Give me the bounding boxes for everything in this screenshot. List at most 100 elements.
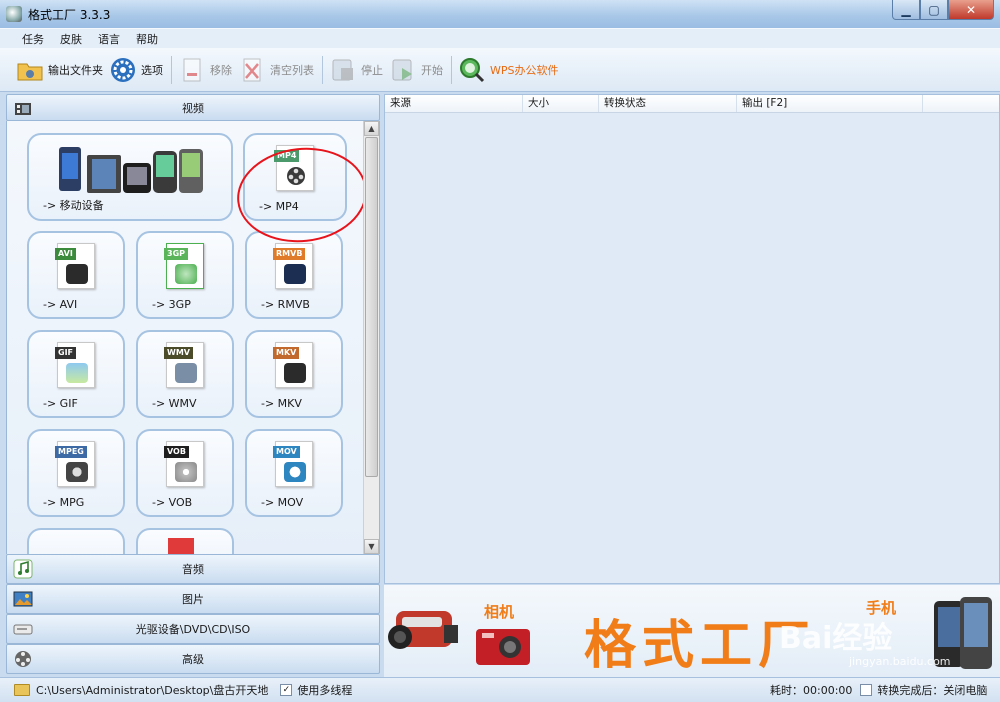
filmstrip-icon <box>66 264 88 284</box>
3gp-file-icon: 3GP <box>164 243 204 289</box>
picture-icon <box>13 589 33 609</box>
maximize-icon: ▢ <box>928 2 940 17</box>
category-image-label: 图片 <box>182 593 204 606</box>
toolbar-separator <box>171 55 172 84</box>
tile-vob[interactable]: VOB -> VOB <box>136 429 234 517</box>
multithread-checkbox[interactable]: ✓ <box>280 684 293 696</box>
file-tag: MPEG <box>55 446 87 458</box>
scroll-down-arrow[interactable]: ▼ <box>364 539 379 554</box>
status-bar: C:\Users\Administrator\Desktop\盘古开天地 ✓ 使… <box>0 677 1000 702</box>
mov-file-icon: MOV <box>273 441 313 487</box>
remove-label: 移除 <box>210 63 232 77</box>
maximize-button[interactable]: ▢ <box>920 0 948 20</box>
elapsed-time: 耗时：00:00:00 <box>770 684 853 697</box>
tile-rmvb[interactable]: RMVB -> RMVB <box>245 231 343 319</box>
clear-list-label: 清空列表 <box>270 63 314 77</box>
category-disc[interactable]: 光驱设备\DVD\CD\ISO <box>6 614 380 644</box>
category-audio-label: 音频 <box>182 563 204 576</box>
toolbar-separator <box>322 55 323 84</box>
tile-avi[interactable]: AVI -> AVI <box>27 231 125 319</box>
tile-label: -> VOB <box>152 496 193 509</box>
scroll-up-arrow[interactable]: ▲ <box>364 121 379 136</box>
format-grid: -> 移动设备 MP4 -> MP4 AVI -> AVI 3GP -> 3GP <box>6 121 380 554</box>
start-button[interactable]: 开始 <box>389 53 443 87</box>
close-button[interactable]: ✕ <box>948 0 994 20</box>
tile-gif[interactable]: GIF -> GIF <box>27 330 125 418</box>
column-output[interactable]: 输出 [F2] <box>737 95 923 112</box>
stop-button[interactable]: 停止 <box>329 53 383 87</box>
category-audio[interactable]: 音频 <box>6 554 380 584</box>
tile-mov[interactable]: MOV -> MOV <box>245 429 343 517</box>
category-image[interactable]: 图片 <box>6 584 380 614</box>
toolbar: 输出文件夹 选项 移除 清空列表 停止 开始 WPS办公软件 <box>0 48 1000 92</box>
output-path[interactable]: C:\Users\Administrator\Desktop\盘古开天地 <box>36 682 268 698</box>
music-note-icon <box>13 559 33 579</box>
real-icon <box>284 264 306 284</box>
tile-partial[interactable] <box>27 528 125 554</box>
category-video[interactable]: 视频 <box>6 94 380 121</box>
avi-file-icon: AVI <box>55 243 95 289</box>
menu-help[interactable]: 帮助 <box>136 31 158 47</box>
gear-icon <box>109 56 137 84</box>
tile-partial[interactable] <box>136 528 234 554</box>
file-tag: MOV <box>273 446 300 458</box>
camcorder-icon <box>175 363 197 383</box>
file-tag: MKV <box>273 347 300 359</box>
tile-label: -> 移动设备 <box>43 199 104 212</box>
column-status[interactable]: 转换状态 <box>599 95 737 112</box>
minimize-icon: ▁ <box>901 2 911 17</box>
film-reel-icon <box>13 649 33 669</box>
tile-mkv[interactable]: MKV -> MKV <box>245 330 343 418</box>
remove-icon <box>178 56 206 84</box>
camera-icon <box>476 629 530 665</box>
remove-button[interactable]: 移除 <box>178 53 232 87</box>
menu-skin[interactable]: 皮肤 <box>60 31 82 47</box>
tile-label: -> MKV <box>261 397 302 410</box>
column-source[interactable]: 来源 <box>385 95 523 112</box>
watermark-url: jingyan.baidu.com <box>849 655 951 668</box>
task-list[interactable]: 来源 大小 转换状态 输出 [F2] <box>384 94 1000 584</box>
minimize-button[interactable]: ▁ <box>892 0 920 20</box>
scroll-thumb[interactable] <box>365 137 378 477</box>
mobile-devices-icon <box>59 147 203 193</box>
mkv-file-icon: MKV <box>273 342 313 388</box>
close-icon: ✕ <box>965 2 977 17</box>
category-panel: 视频 -> 移动设备 MP4 -> MP4 AVI -> AVI 3GP -> … <box>6 94 380 676</box>
tile-label: -> AVI <box>43 298 78 311</box>
category-advanced[interactable]: 高级 <box>6 644 380 674</box>
options-button[interactable]: 选项 <box>109 53 163 87</box>
title-bar: 格式工厂 3.3.3 ▁ ▢ ✕ <box>0 0 1000 28</box>
menu-task[interactable]: 任务 <box>22 31 44 47</box>
gif-file-icon: GIF <box>55 342 95 388</box>
stop-label: 停止 <box>361 63 383 77</box>
task-list-header: 来源 大小 转换状态 输出 [F2] <box>385 95 999 113</box>
grid-scrollbar[interactable]: ▲ ▼ <box>363 121 379 554</box>
rmvb-file-icon: RMVB <box>273 243 313 289</box>
after-complete-checkbox[interactable] <box>860 684 873 696</box>
tile-mobile-device[interactable]: -> 移动设备 <box>27 133 233 221</box>
tile-3gp[interactable]: 3GP -> 3GP <box>136 231 234 319</box>
mpg-file-icon: MPEG <box>55 441 95 487</box>
clear-list-icon <box>238 56 266 84</box>
filmstrip-icon <box>284 363 306 383</box>
stop-icon <box>329 56 357 84</box>
tile-wmv[interactable]: WMV -> WMV <box>136 330 234 418</box>
vob-file-icon: VOB <box>164 441 204 487</box>
output-folder-button[interactable]: 输出文件夹 <box>16 53 103 87</box>
tile-mpg[interactable]: MPEG -> MPG <box>27 429 125 517</box>
tile-label: -> WMV <box>152 397 197 410</box>
wps-button[interactable]: WPS办公软件 <box>458 53 559 87</box>
start-icon <box>389 56 417 84</box>
column-size[interactable]: 大小 <box>523 95 599 112</box>
toolbar-separator <box>451 55 452 84</box>
tile-label: -> 3GP <box>152 298 191 311</box>
3gp-reel-icon <box>175 264 197 284</box>
tile-label: -> MOV <box>261 496 304 509</box>
clear-list-button[interactable]: 清空列表 <box>238 53 314 87</box>
menu-language[interactable]: 语言 <box>98 31 120 47</box>
tile-label: -> GIF <box>43 397 78 410</box>
window-controls: ▁ ▢ ✕ <box>892 0 994 20</box>
film-icon <box>13 99 33 119</box>
after-complete-label: 转换完成后：关闭电脑 <box>877 684 988 697</box>
file-tag: RMVB <box>273 248 306 260</box>
